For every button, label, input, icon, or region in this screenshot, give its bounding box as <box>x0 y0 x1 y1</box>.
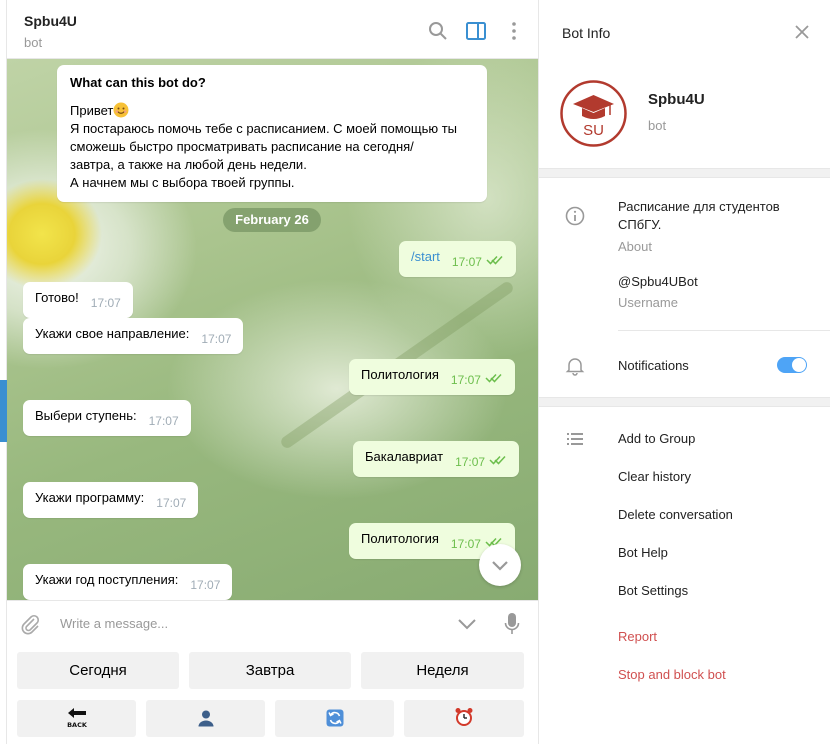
message-input[interactable]: Write a message... <box>60 616 168 631</box>
delete-conversation-button[interactable]: Delete conversation <box>618 507 733 522</box>
chat-wallpaper[interactable]: What can this bot do? Привет Я постараюс… <box>7 59 538 600</box>
about-text: Расписание для студентов <box>618 199 780 214</box>
about-text: СПбГУ. <box>618 217 662 232</box>
bot-subtitle: bot <box>648 118 667 133</box>
message-time: 17:07 <box>190 578 221 592</box>
message-outgoing[interactable]: Бакалавриат 17:07 <box>353 441 520 477</box>
message-text: Выбери ступень: <box>35 408 137 423</box>
message-incoming[interactable]: Укажи свое направление: 17:07 <box>23 318 244 354</box>
intro-line: завтра, а также на любой день недели. <box>70 157 307 172</box>
about-label: About <box>618 239 652 254</box>
message-text: Укажи свое направление: <box>35 326 190 341</box>
message-time: 17:07 <box>201 332 232 346</box>
intro-line: А начнем мы с выбора твоей группы. <box>70 175 295 190</box>
message-text: Готово! <box>35 290 79 305</box>
avatar-initials: SU <box>583 122 604 139</box>
more-vertical-icon[interactable] <box>503 20 525 42</box>
bot-name: Spbu4U <box>648 91 705 108</box>
report-button[interactable]: Report <box>618 629 657 644</box>
chevron-down-icon[interactable] <box>456 615 478 633</box>
message-time: 17:07 <box>90 296 121 310</box>
intro-line: сможешь быстро просматривать расписание … <box>70 139 414 154</box>
message-time: 17:07 <box>450 537 481 551</box>
clear-history-button[interactable]: Clear history <box>618 469 691 484</box>
user-icon <box>198 710 213 727</box>
back-icon-label: BACK <box>67 721 88 729</box>
message-time: 17:07 <box>148 414 179 428</box>
message-time: 17:07 <box>451 255 482 269</box>
bot-intro-card: What can this bot do? Привет Я постараюс… <box>57 65 487 202</box>
message-incoming[interactable]: Укажи программу: 17:07 <box>23 482 199 518</box>
message-text[interactable]: /start <box>411 249 440 264</box>
bot-avatar[interactable]: SU <box>560 80 627 147</box>
sidebar-toggle-icon[interactable] <box>465 20 487 42</box>
keyboard-button-today[interactable]: Сегодня <box>17 652 179 689</box>
intro-title: What can this bot do? <box>70 75 206 90</box>
username-label: Username <box>618 295 678 310</box>
search-icon[interactable] <box>427 20 449 42</box>
bell-icon <box>565 358 585 376</box>
double-check-icon <box>486 255 503 265</box>
message-outgoing[interactable]: /start 17:07 <box>399 241 516 277</box>
date-separator: February 26 <box>223 208 321 232</box>
message-incoming[interactable]: Готово! 17:07 <box>23 282 133 318</box>
notifications-toggle[interactable] <box>777 357 807 373</box>
toggle-knob <box>792 358 806 372</box>
message-composer: Write a message... <box>7 600 538 646</box>
message-time: 17:07 <box>455 455 486 469</box>
keyboard-button-back[interactable]: BACK <box>17 700 136 737</box>
intro-line: Я постараюсь помочь тебе с расписанием. … <box>70 121 458 136</box>
list-icon <box>567 433 583 445</box>
message-text: Политология <box>361 367 439 382</box>
back-icon: BACK <box>67 708 88 729</box>
keyboard-button-tomorrow[interactable]: Завтра <box>189 652 351 689</box>
chat-title[interactable]: Spbu4U <box>24 13 77 29</box>
add-to-group-button[interactable]: Add to Group <box>618 431 695 446</box>
bot-help-button[interactable]: Bot Help <box>618 545 668 560</box>
microphone-icon[interactable] <box>504 612 520 636</box>
notifications-label: Notifications <box>618 358 689 373</box>
message-text: Бакалавриат <box>365 449 444 464</box>
left-accent-bar <box>0 380 7 442</box>
keyboard-button-refresh[interactable] <box>275 700 394 737</box>
close-icon[interactable] <box>793 23 811 41</box>
bot-info-panel: Bot Info SU Spbu4U bot Расписание для ст… <box>538 0 830 744</box>
message-incoming[interactable]: Укажи год поступления: 17:07 <box>23 564 233 600</box>
keyboard-button-profile[interactable] <box>146 700 265 737</box>
alarm-clock-icon <box>455 708 473 726</box>
refresh-icon <box>326 709 343 727</box>
message-outgoing[interactable]: Политология 17:07 <box>349 359 515 395</box>
double-check-icon <box>489 455 506 465</box>
keyboard-button-alarm[interactable] <box>404 700 524 737</box>
left-edge-strip <box>0 0 7 744</box>
stop-and-block-button[interactable]: Stop and block bot <box>618 667 726 682</box>
smile-emoji-icon <box>113 102 129 118</box>
attach-icon[interactable] <box>19 613 41 635</box>
bot-settings-button[interactable]: Bot Settings <box>618 583 688 598</box>
keyboard-button-week[interactable]: Неделя <box>361 652 524 689</box>
scroll-down-button[interactable] <box>479 544 521 586</box>
section-divider <box>539 168 830 178</box>
message-text: Политология <box>361 531 439 546</box>
panel-title: Bot Info <box>562 25 611 41</box>
info-icon <box>565 206 585 226</box>
message-text: Укажи год поступления: <box>35 572 179 587</box>
double-check-icon <box>485 373 502 383</box>
chat-column: Spbu4U bot What can this bot do? Привет … <box>7 0 538 744</box>
message-text: Укажи программу: <box>35 490 145 505</box>
bot-keyboard: Сегодня Завтра Неделя BACK <box>7 646 538 744</box>
row-divider <box>618 330 830 331</box>
message-time: 17:07 <box>450 373 481 387</box>
message-time: 17:07 <box>156 496 187 510</box>
chat-header: Spbu4U bot <box>7 0 538 59</box>
message-incoming[interactable]: Выбери ступень: 17:07 <box>23 400 191 436</box>
chat-subtitle: bot <box>24 35 43 50</box>
chevron-down-icon <box>492 561 508 571</box>
username-text[interactable]: @Spbu4UBot <box>618 273 698 291</box>
intro-greeting: Привет <box>70 103 114 118</box>
section-divider <box>539 397 830 407</box>
